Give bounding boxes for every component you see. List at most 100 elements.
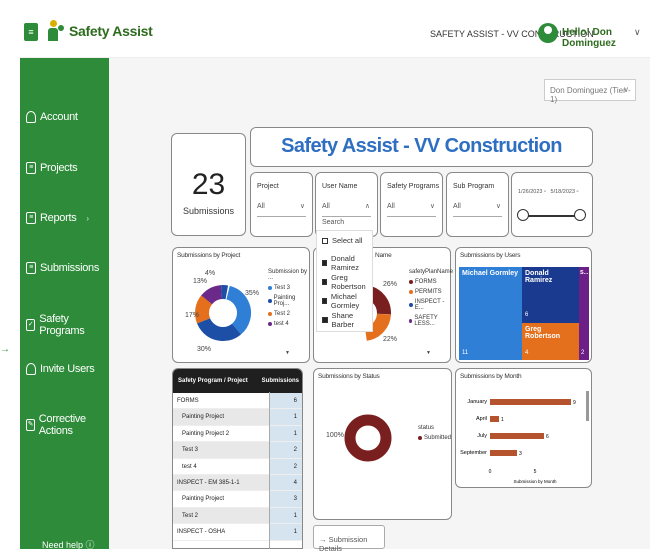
tick-label: 5 (534, 469, 537, 475)
donut-slice[interactable] (344, 414, 392, 462)
date-slider-track[interactable] (522, 215, 580, 217)
data-label: 3 (519, 451, 522, 457)
pointer-arrow-icon: → (0, 344, 10, 355)
legend-item[interactable]: test 4 (268, 321, 309, 327)
table-row[interactable]: Painting Project 1 (173, 409, 302, 426)
bar[interactable] (490, 416, 499, 422)
user-icon (26, 111, 36, 123)
date-end[interactable]: 5/18/2023 (551, 189, 575, 195)
filter-label: Sub Program (453, 183, 495, 190)
month-bar-chart: January 9 April 1 July 6 September 3 0 5 Submissio… (460, 391, 589, 484)
legend-item[interactable]: FORMS (409, 279, 453, 285)
edit-icon: ✎ (26, 419, 35, 431)
bar[interactable] (490, 450, 517, 456)
sidebar-item-projects[interactable]: ≡ Projects (26, 162, 78, 174)
user-search-input[interactable]: Search (322, 219, 344, 226)
tier-select[interactable]: Don Dominguez (Tier - 1) ∨ (544, 79, 636, 104)
table-row[interactable]: Painting Project 2 1 (173, 425, 302, 443)
user-name-filter[interactable]: User Name All ∧ Search (315, 172, 378, 237)
chevron-down-icon: ∨ (623, 85, 629, 94)
legend-item[interactable]: Submitted (418, 435, 451, 441)
more-chevron-icon[interactable]: ▼ (426, 350, 431, 356)
table-row[interactable]: Test 2 1 (173, 507, 302, 525)
column-header[interactable]: Safety Program / Project (178, 378, 248, 384)
document-icon: ≡ (26, 162, 36, 174)
legend-item[interactable]: Test 3 (268, 285, 309, 291)
sidebar-item-invite-users[interactable]: Invite Users (26, 363, 95, 375)
x-axis-label: Submission by Month (513, 479, 557, 484)
dropdown-option[interactable]: Select all (322, 236, 362, 245)
menu-toggle-icon[interactable]: ≡ (24, 23, 38, 41)
dropdown-option[interactable]: Shane Barber (322, 311, 372, 329)
slice-label: 4% (205, 270, 216, 277)
date-slider-start-handle[interactable] (517, 209, 529, 221)
table-row[interactable]: INSPECT - EM 385-1-1 4 (173, 474, 302, 492)
date-start[interactable]: 1/26/2023 (518, 189, 542, 195)
sub-program-filter[interactable]: Sub Program All ∨ (446, 172, 509, 237)
legend-item[interactable]: Painting Proj... (268, 295, 309, 307)
row-name: Test 3 (182, 447, 199, 454)
submissions-by-project-card: Submissions by Project 4% 13% 35% 17% 30… (172, 247, 310, 363)
submissions-by-status-card: Submissions by Status 100% status Submit… (313, 368, 452, 520)
table-row[interactable]: INSPECT - OSHA 1 (173, 524, 302, 541)
date-range-filter[interactable]: 1/26/2023 ▫ 5/18/2023 ▫ (511, 172, 593, 237)
sidebar-item-corrective-actions[interactable]: ✎ Corrective Actions (26, 413, 109, 437)
legend-item[interactable]: Test 2 (268, 311, 309, 317)
sidebar-item-safety-programs[interactable]: ✓ Safety Programs (26, 313, 109, 337)
row-value: 1 (293, 529, 297, 536)
bar[interactable] (490, 399, 571, 405)
status-donut-chart[interactable] (314, 369, 453, 521)
column-header[interactable]: Submissions (262, 378, 299, 384)
bar[interactable] (490, 433, 544, 439)
treemap-tile[interactable]: Greg Robertson (522, 323, 579, 360)
user-avatar-icon[interactable] (538, 23, 558, 43)
safety-programs-filter[interactable]: Safety Programs All ∨ (380, 172, 443, 237)
treemap-tile[interactable]: S... (579, 267, 589, 360)
project-filter[interactable]: Project All ∨ (250, 172, 313, 237)
table-row[interactable]: test 4 2 (173, 458, 302, 475)
row-name: Painting Project 2 (182, 430, 230, 437)
panel-title: Submissions by Users (460, 252, 521, 259)
row-name: Painting Project (182, 414, 225, 421)
date-range-values[interactable]: 1/26/2023 ▫ 5/18/2023 ▫ (518, 189, 578, 195)
checkbox-icon[interactable] (322, 279, 328, 285)
filter-value: All (322, 203, 330, 210)
category-label: September (460, 450, 487, 456)
dropdown-option[interactable]: Greg Robertson (322, 273, 372, 291)
kpi-label: Submissions (182, 206, 235, 216)
data-label: 1 (501, 417, 504, 423)
user-menu-chevron-icon[interactable]: ∨ (634, 27, 641, 38)
checkbox-icon[interactable] (322, 298, 327, 304)
sidebar-item-account[interactable]: Account (26, 111, 78, 123)
user-name-dropdown: Select all Donald Ramirez Greg Robertson… (316, 230, 373, 332)
submission-details-button[interactable]: → Submission Details (313, 525, 385, 553)
table-row[interactable]: Painting Project 3 (173, 491, 302, 508)
slice-label: 35% (245, 290, 260, 297)
treemap-tile[interactable]: Donald Ramirez (522, 267, 579, 323)
kpi-card: 23 Submissions (171, 133, 246, 236)
sidebar-item-reports[interactable]: ≡ Reports › (26, 212, 89, 224)
legend-item[interactable]: PERMITS (409, 289, 453, 295)
treemap-tile[interactable]: Michael Gormley (459, 267, 522, 360)
slice-label: 100% (326, 432, 344, 439)
sidebar-item-submissions[interactable]: ≡ Submissions (26, 262, 99, 274)
filter-value: All (387, 203, 395, 210)
legend-item[interactable]: INSPECT - E... (409, 299, 453, 311)
table-row[interactable]: FORMS 6 (173, 393, 302, 410)
dropdown-option[interactable]: Donald Ramirez (322, 254, 372, 272)
sidebar-item-label: Safety Programs (39, 313, 85, 337)
checkbox-icon[interactable] (322, 237, 328, 244)
more-chevron-icon[interactable]: ▼ (285, 350, 290, 356)
submissions-by-month-card: Submissions by Month January 9 April 1 July 6… (455, 368, 592, 488)
checkbox-icon[interactable] (322, 317, 328, 323)
need-help-link[interactable]: Need help ⓘ (42, 538, 95, 551)
dropdown-option[interactable]: Michael Gormley (322, 292, 372, 310)
check-icon: ✓ (26, 319, 36, 331)
date-slider-end-handle[interactable] (574, 209, 586, 221)
logo[interactable]: Safety Assist (47, 20, 153, 42)
scrollbar[interactable] (586, 391, 589, 421)
table-row[interactable]: Test 3 2 (173, 442, 302, 459)
dashboard-title-card: Safety Assist - VV Construction (250, 127, 593, 167)
checkbox-icon[interactable] (322, 260, 328, 266)
legend-item[interactable]: SAFETY LESS... (409, 315, 453, 327)
